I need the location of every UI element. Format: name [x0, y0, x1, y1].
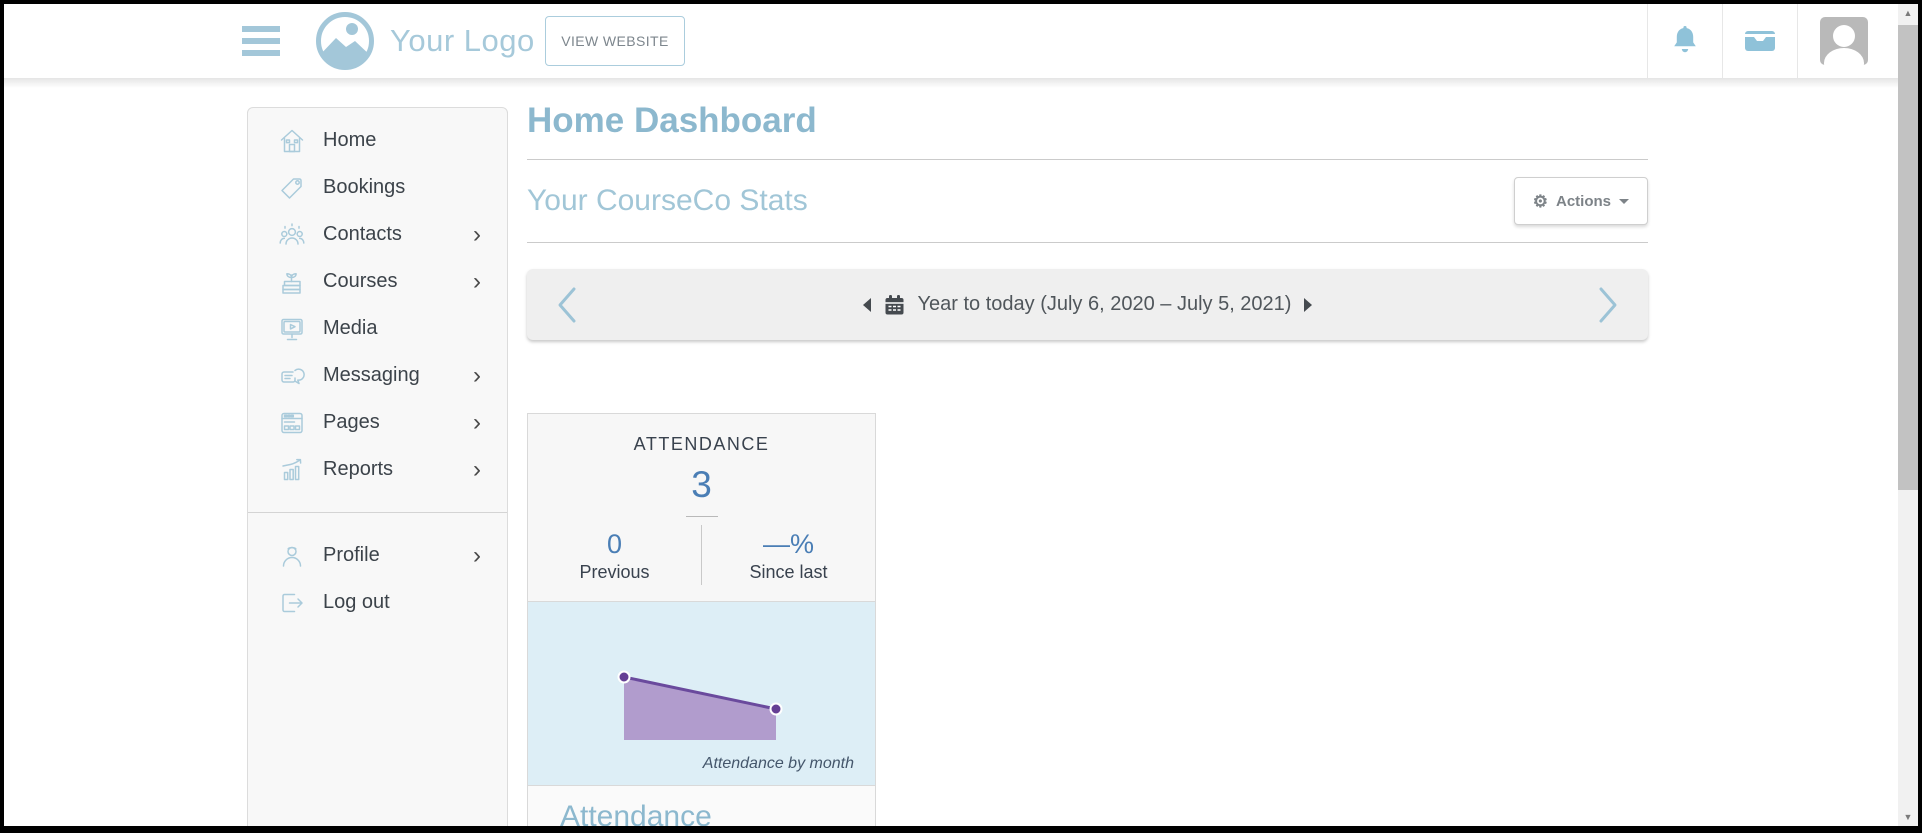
- change-value: —%: [702, 529, 875, 560]
- scroll-up-icon[interactable]: ▲: [1898, 4, 1918, 22]
- sidebar-item-home[interactable]: Home: [248, 117, 507, 164]
- home-icon: [278, 127, 306, 155]
- change-label: Since last: [702, 562, 875, 583]
- logo-text: Your Logo: [390, 23, 535, 59]
- main-content: Home Dashboard Your CourseCo Stats ⚙ Act…: [527, 78, 1648, 826]
- actions-button[interactable]: ⚙ Actions: [1514, 177, 1648, 225]
- step-forward-icon[interactable]: [1304, 298, 1312, 312]
- sidebar-item-contacts[interactable]: Contacts ›: [248, 211, 507, 258]
- previous-label: Previous: [528, 562, 701, 583]
- chevron-right-icon: [1596, 286, 1620, 324]
- sidebar-item-messaging[interactable]: Messaging ›: [248, 352, 507, 399]
- sidebar-item-label: Pages: [323, 411, 380, 434]
- previous-value: 0: [528, 529, 701, 560]
- date-range-bar: Year to today (July 6, 2020 – July 5, 20…: [527, 269, 1648, 340]
- chevron-right-icon: ›: [473, 544, 507, 568]
- sidebar-item-logout[interactable]: Log out: [248, 579, 507, 626]
- vertical-scrollbar[interactable]: ▲ ▼: [1898, 4, 1918, 826]
- sidebar-item-label: Bookings: [323, 176, 405, 199]
- sidebar-item-label: Home: [323, 129, 376, 152]
- chevron-right-icon: ›: [473, 458, 507, 482]
- stat-card-footer-title: Attendance: [560, 800, 875, 826]
- sidebar-item-courses[interactable]: Courses ›: [248, 258, 507, 305]
- logo-image-icon: [314, 10, 376, 72]
- sidebar-item-label: Reports: [323, 458, 393, 481]
- section-title: Your CourseCo Stats: [527, 184, 808, 218]
- logout-icon: [278, 589, 306, 617]
- sidebar-item-bookings[interactable]: Bookings: [248, 164, 507, 211]
- chevron-right-icon: ›: [473, 411, 507, 435]
- chevron-right-icon: ›: [473, 223, 507, 247]
- monitor-icon: [278, 315, 306, 343]
- attendance-stat-card: ATTENDANCE 3 0 Previous —% Since last: [527, 413, 876, 826]
- calendar-icon: [884, 294, 905, 316]
- stat-card-title: ATTENDANCE: [528, 434, 875, 455]
- sidebar-item-label: Media: [323, 317, 377, 340]
- data-point: [771, 704, 782, 715]
- inbox-button[interactable]: [1723, 4, 1797, 78]
- header-actions: [1647, 4, 1898, 78]
- view-website-button[interactable]: VIEW WEBSITE: [545, 16, 685, 66]
- mini-divider: [686, 516, 718, 517]
- person-icon: [278, 542, 306, 570]
- sidebar-item-profile[interactable]: Profile ›: [248, 532, 507, 579]
- sidebar-item-label: Messaging: [323, 364, 420, 387]
- scroll-down-icon[interactable]: ▼: [1898, 808, 1918, 826]
- divider: [527, 242, 1648, 243]
- sidebar-item-media[interactable]: Media: [248, 305, 507, 352]
- step-back-icon[interactable]: [863, 298, 871, 312]
- notifications-button[interactable]: [1648, 4, 1722, 78]
- attendance-mini-chart: Attendance by month: [528, 601, 875, 786]
- sidebar-item-label: Contacts: [323, 223, 402, 246]
- inbox-tray-icon: [1743, 27, 1777, 55]
- page-title: Home Dashboard: [527, 101, 1648, 141]
- previous-range-button[interactable]: [527, 269, 607, 340]
- logo[interactable]: Your Logo: [314, 10, 535, 72]
- actions-button-label: Actions: [1556, 193, 1611, 210]
- sidebar-item-label: Profile: [323, 544, 380, 567]
- sidebar-item-label: Courses: [323, 270, 397, 293]
- stat-card-value: 3: [528, 464, 875, 506]
- gear-icon: ⚙: [1533, 193, 1548, 210]
- hamburger-menu-icon[interactable]: [242, 26, 280, 58]
- chart-caption: Attendance by month: [703, 755, 854, 773]
- date-range-label: Year to today (July 6, 2020 – July 5, 20…: [918, 293, 1292, 316]
- chat-icon: [278, 362, 306, 390]
- bar-chart-icon: [278, 456, 306, 484]
- sidebar-item-label: Log out: [323, 591, 390, 614]
- tag-icon: [278, 174, 306, 202]
- page: Your Logo VIEW WEBSITE: [4, 4, 1918, 826]
- people-icon: [278, 221, 306, 249]
- sidebar-item-pages[interactable]: Pages ›: [248, 399, 507, 446]
- user-avatar[interactable]: [1820, 17, 1868, 65]
- next-range-button[interactable]: [1568, 269, 1648, 340]
- bell-icon: [1670, 25, 1700, 57]
- sidebar-item-reports[interactable]: Reports ›: [248, 446, 507, 493]
- sidebar: Home Bookings Contacts ›: [247, 107, 508, 826]
- header-shadow: [4, 78, 1898, 88]
- chevron-right-icon: ›: [473, 270, 507, 294]
- chevron-left-icon: [555, 286, 579, 324]
- data-point: [619, 672, 630, 683]
- top-header: Your Logo VIEW WEBSITE: [4, 4, 1898, 78]
- chevron-right-icon: ›: [473, 364, 507, 388]
- browser-icon: [278, 409, 306, 437]
- sidebar-divider: [248, 512, 507, 513]
- books-icon: [278, 268, 306, 296]
- divider: [527, 159, 1648, 160]
- caret-down-icon: [1619, 199, 1629, 204]
- scrollbar-thumb[interactable]: [1898, 25, 1918, 490]
